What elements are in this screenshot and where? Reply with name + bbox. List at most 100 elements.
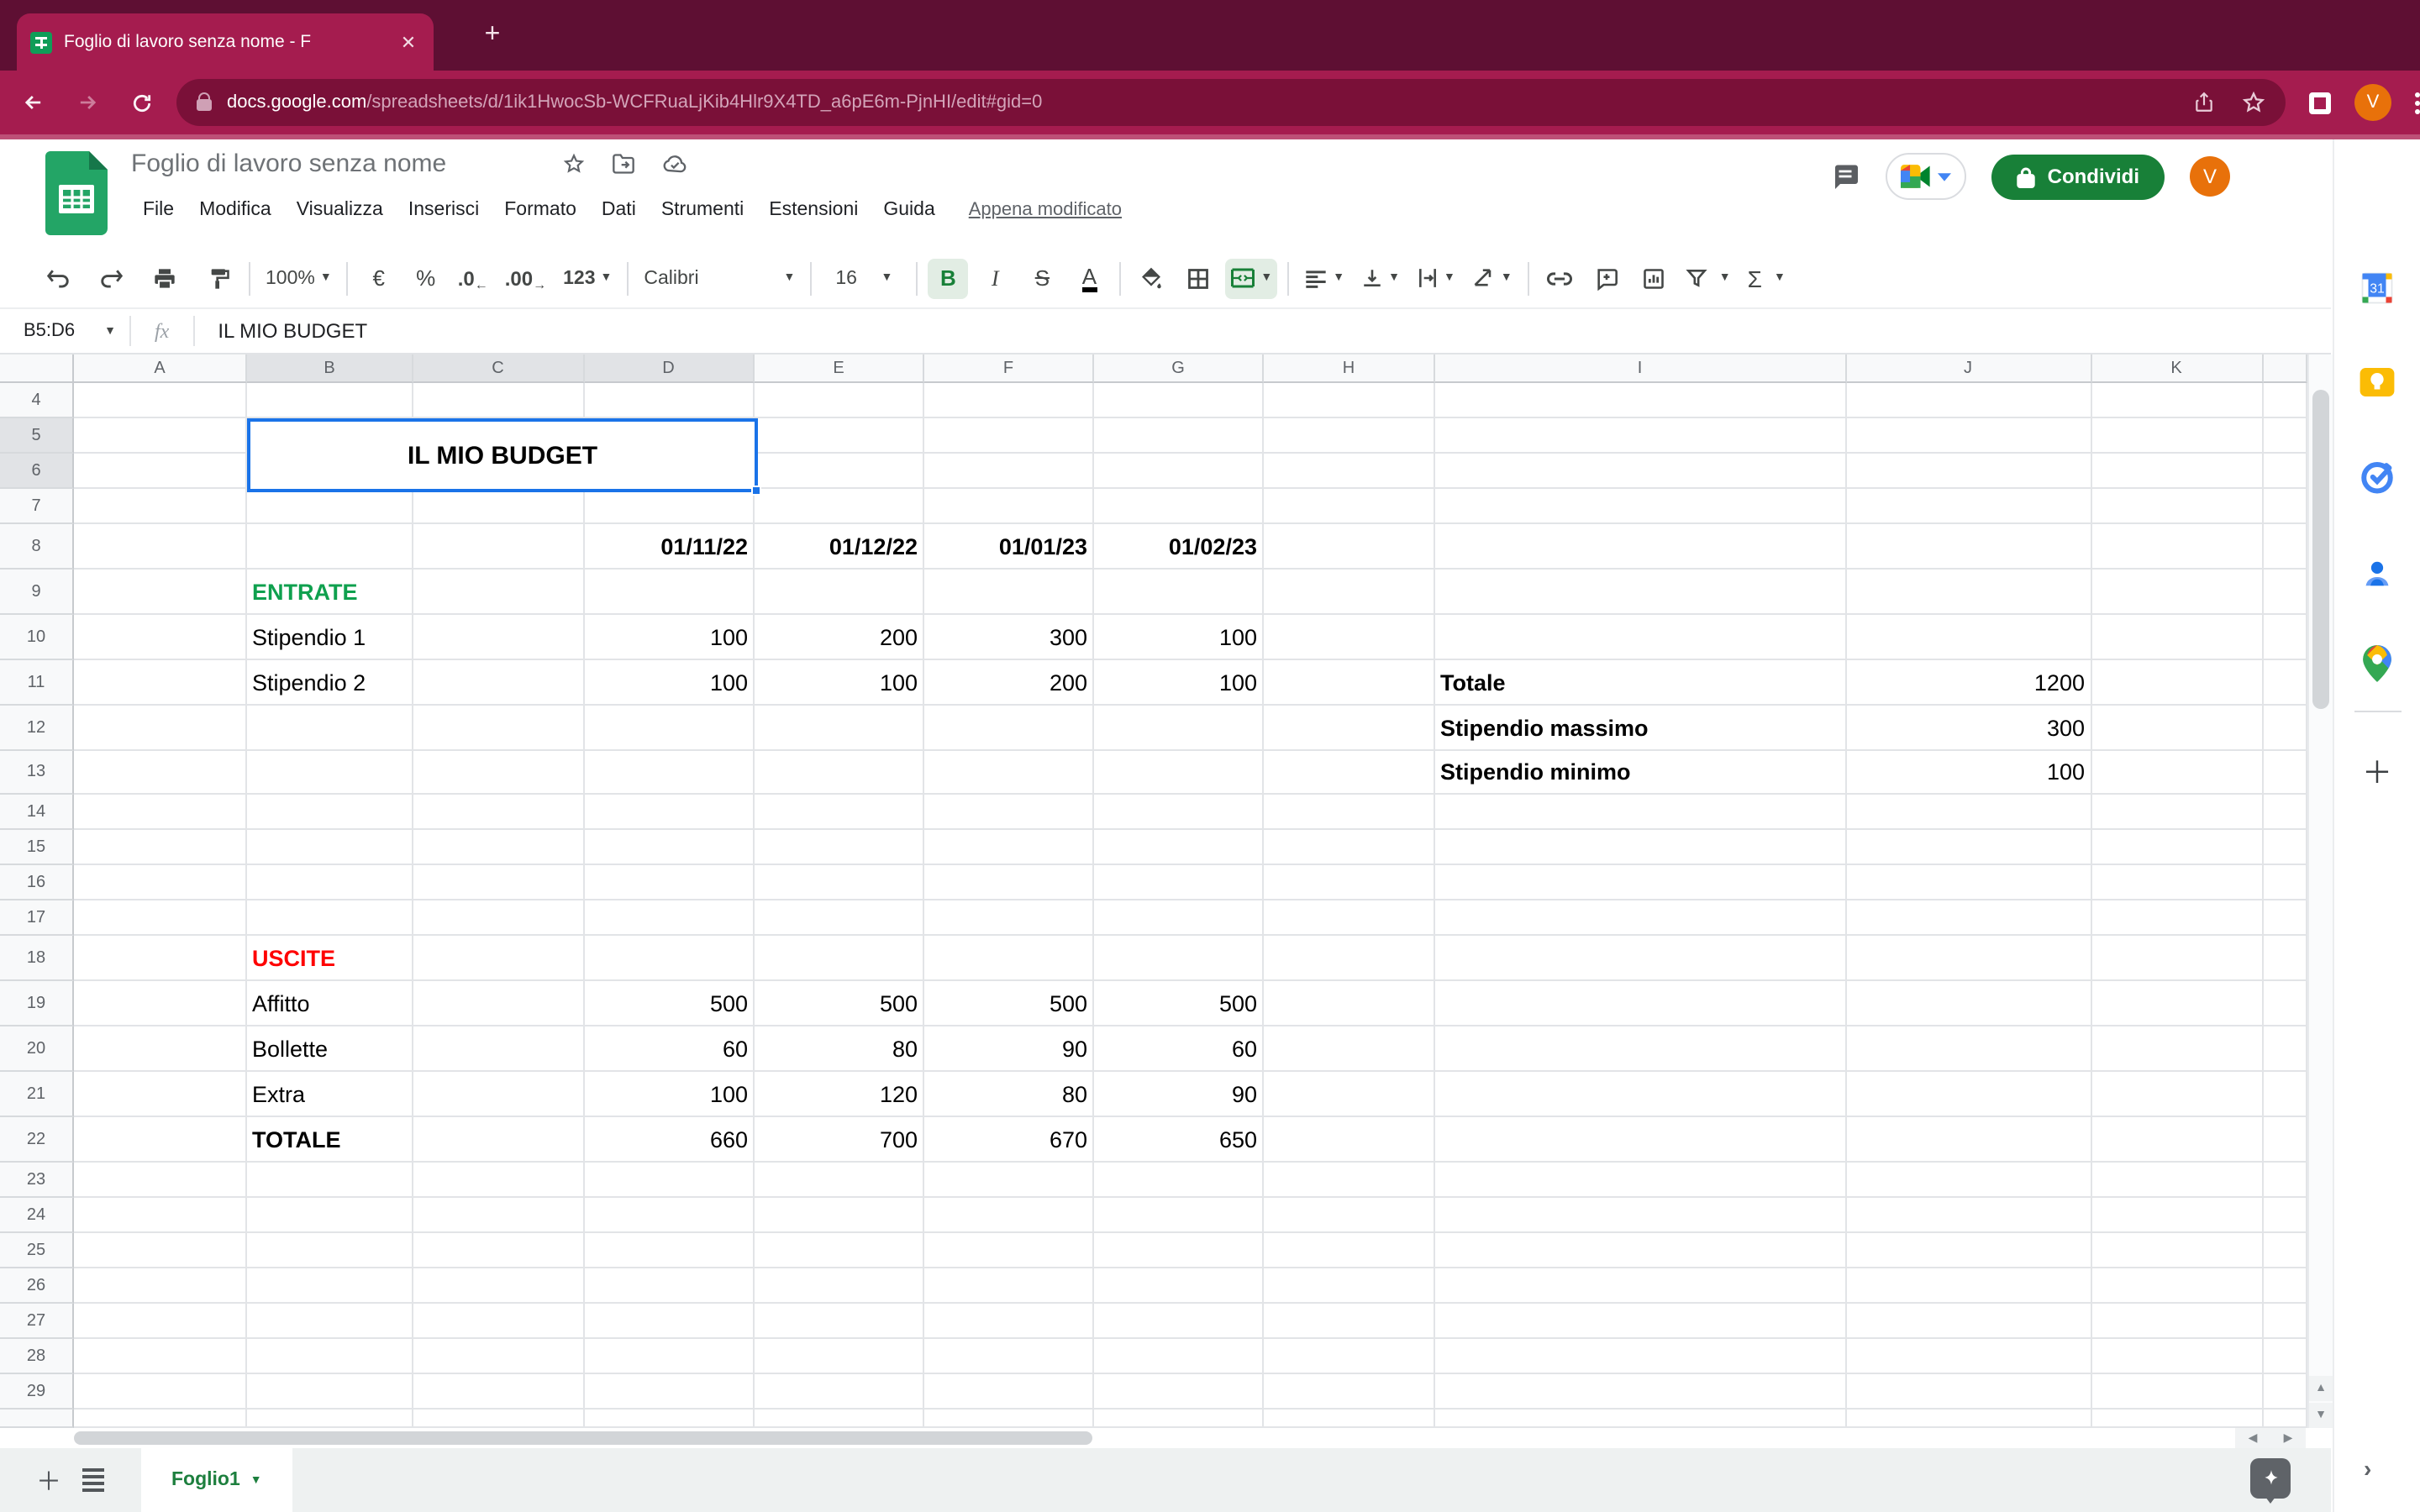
cell-K21[interactable]	[2091, 1072, 2263, 1117]
cell-K6[interactable]	[2091, 454, 2263, 489]
menu-inserisci[interactable]: Inserisci	[397, 195, 491, 225]
cell-D24[interactable]	[584, 1198, 755, 1233]
cell-K15[interactable]	[2091, 830, 2263, 865]
cell-B20[interactable]: Bollette	[247, 1026, 413, 1072]
cell-G15[interactable]	[1094, 830, 1264, 865]
cell-J12[interactable]: 300	[1846, 706, 2091, 751]
cell-K27[interactable]	[2091, 1304, 2263, 1339]
cell-A8[interactable]	[74, 524, 247, 570]
cell-G11[interactable]: 100	[1094, 660, 1264, 706]
cell-E8[interactable]: 01/12/22	[755, 524, 924, 570]
cell-H13[interactable]	[1264, 751, 1435, 795]
cell-H12[interactable]	[1264, 706, 1435, 751]
vertical-align-select[interactable]: ▼	[1356, 258, 1405, 298]
cell-D17[interactable]	[584, 900, 755, 936]
cell-B14[interactable]	[247, 795, 413, 830]
cell-A11[interactable]	[74, 660, 247, 706]
cell-8[interactable]	[2263, 524, 2307, 570]
cell-K8[interactable]	[2091, 524, 2263, 570]
cell-14[interactable]	[2263, 795, 2307, 830]
row-header-4[interactable]: 4	[0, 383, 74, 418]
cell-F10[interactable]: 300	[924, 615, 1094, 660]
cell-B25[interactable]	[247, 1233, 413, 1268]
cell-A6[interactable]	[74, 454, 247, 489]
cell-D26[interactable]	[584, 1268, 755, 1304]
forward-icon[interactable]	[68, 81, 109, 124]
cell-H26[interactable]	[1264, 1268, 1435, 1304]
menu-dati[interactable]: Dati	[590, 195, 648, 225]
cell-18[interactable]	[2263, 936, 2307, 981]
cell-E11[interactable]: 100	[755, 660, 924, 706]
cell-G26[interactable]	[1094, 1268, 1264, 1304]
cell-C28[interactable]	[413, 1339, 584, 1374]
cell-partial[interactable]	[413, 1410, 584, 1428]
row-header-23[interactable]: 23	[0, 1163, 74, 1198]
cell-F16[interactable]	[924, 865, 1094, 900]
cell-B10[interactable]: Stipendio 1	[247, 615, 413, 660]
horizontal-scrollbar-thumb[interactable]	[74, 1431, 1092, 1445]
cell-C14[interactable]	[413, 795, 584, 830]
cell-C10[interactable]	[413, 615, 584, 660]
cell-E27[interactable]	[755, 1304, 924, 1339]
cell-G9[interactable]	[1094, 570, 1264, 615]
text-wrap-select[interactable]: ▼	[1412, 258, 1460, 298]
horizontal-align-select[interactable]: ▼	[1299, 258, 1349, 298]
cell-F17[interactable]	[924, 900, 1094, 936]
cell-E24[interactable]	[755, 1198, 924, 1233]
meet-call-button[interactable]	[1886, 153, 1967, 200]
contacts-icon[interactable]	[2357, 553, 2397, 593]
cell-C17[interactable]	[413, 900, 584, 936]
sheets-logo-icon[interactable]	[45, 151, 108, 235]
cell-E5[interactable]	[755, 418, 924, 454]
column-header-J[interactable]: J	[1846, 354, 2091, 383]
cell-G10[interactable]: 100	[1094, 615, 1264, 660]
cell-B26[interactable]	[247, 1268, 413, 1304]
row-header-25[interactable]: 25	[0, 1233, 74, 1268]
cell-C4[interactable]	[413, 383, 584, 418]
star-document-icon[interactable]	[563, 153, 585, 175]
bold-button[interactable]: B	[928, 258, 968, 298]
cell-I10[interactable]	[1435, 615, 1846, 660]
cell-K19[interactable]	[2091, 981, 2263, 1026]
cell-I8[interactable]	[1435, 524, 1846, 570]
cell-K23[interactable]	[2091, 1163, 2263, 1198]
cell-26[interactable]	[2263, 1268, 2307, 1304]
cell-A14[interactable]	[74, 795, 247, 830]
cell-D16[interactable]	[584, 865, 755, 900]
cell-E21[interactable]: 120	[755, 1072, 924, 1117]
cell-E7[interactable]	[755, 489, 924, 524]
cell-K4[interactable]	[2091, 383, 2263, 418]
cell-G27[interactable]	[1094, 1304, 1264, 1339]
cell-G17[interactable]	[1094, 900, 1264, 936]
cell-B8[interactable]	[247, 524, 413, 570]
cell-I7[interactable]	[1435, 489, 1846, 524]
cell-12[interactable]	[2263, 706, 2307, 751]
cell-A12[interactable]	[74, 706, 247, 751]
cell-K5[interactable]	[2091, 418, 2263, 454]
insert-link-icon[interactable]	[1539, 258, 1580, 298]
cell-K28[interactable]	[2091, 1339, 2263, 1374]
address-bar[interactable]: docs.google.com/spreadsheets/d/1ik1HwocS…	[176, 79, 2286, 126]
cell-C8[interactable]	[413, 524, 584, 570]
cell-K22[interactable]	[2091, 1117, 2263, 1163]
cell-D13[interactable]	[584, 751, 755, 795]
paint-format-icon[interactable]	[198, 258, 239, 298]
cell-11[interactable]	[2263, 660, 2307, 706]
cell-I19[interactable]	[1435, 981, 1846, 1026]
cell-C7[interactable]	[413, 489, 584, 524]
column-header-C[interactable]: C	[413, 354, 584, 383]
cell-F28[interactable]	[924, 1339, 1094, 1374]
cell-K17[interactable]	[2091, 900, 2263, 936]
cell-B28[interactable]	[247, 1339, 413, 1374]
cell-D8[interactable]: 01/11/22	[584, 524, 755, 570]
cell-E12[interactable]	[755, 706, 924, 751]
cell-J21[interactable]	[1846, 1072, 2091, 1117]
cell-E9[interactable]	[755, 570, 924, 615]
cell-partial[interactable]	[1264, 1410, 1435, 1428]
cell-I5[interactable]	[1435, 418, 1846, 454]
row-header-20[interactable]: 20	[0, 1026, 74, 1072]
cell-F29[interactable]	[924, 1374, 1094, 1410]
scroll-down-icon[interactable]: ▼	[2308, 1403, 2333, 1428]
cell-C26[interactable]	[413, 1268, 584, 1304]
cell-C21[interactable]	[413, 1072, 584, 1117]
